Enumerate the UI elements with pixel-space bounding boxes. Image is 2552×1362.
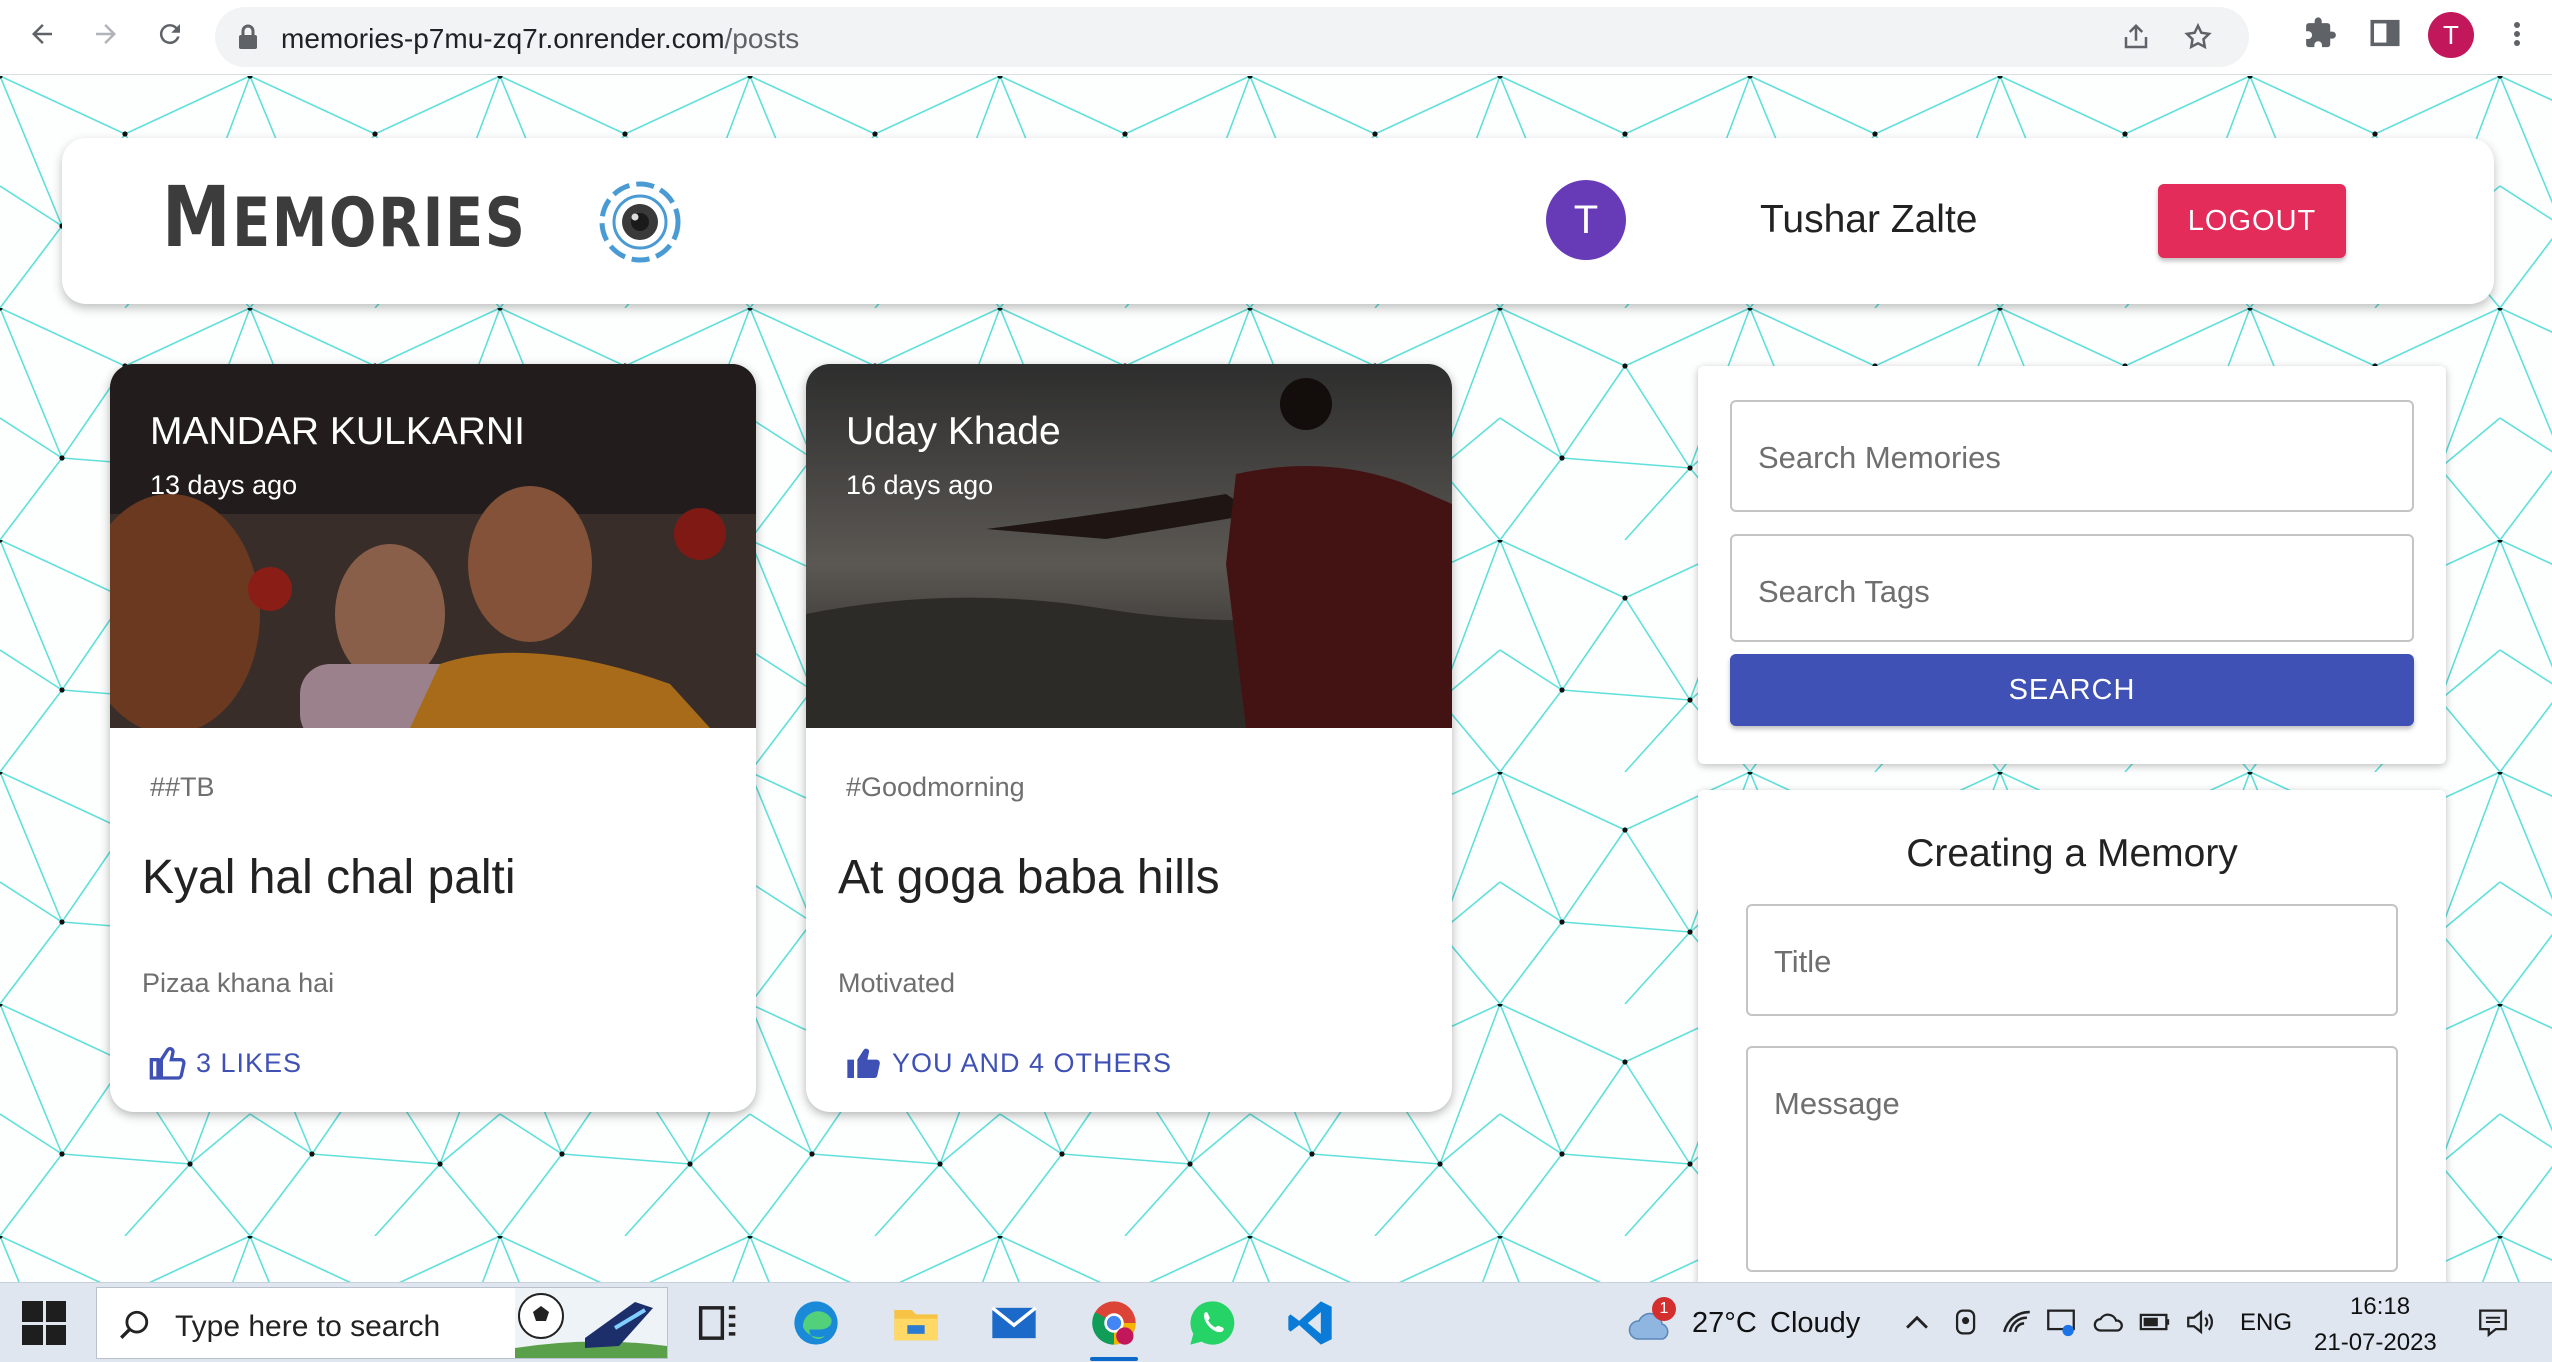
message-textarea[interactable]: Message	[1746, 1046, 2398, 1272]
search-memories-placeholder: Search Memories	[1758, 440, 2001, 475]
post-message: Pizaa khana hai	[142, 968, 335, 998]
search-tags-input[interactable]: Search Tags	[1730, 534, 2414, 642]
browser-toolbar: memories-p7mu-zq7r.onrender.com/posts T	[0, 0, 2552, 75]
vscode-icon[interactable]	[1280, 1293, 1340, 1353]
taskbar-search-placeholder: Type here to search	[175, 1310, 441, 1343]
arrow-right-icon	[96, 24, 116, 44]
browser-profile-avatar[interactable]: T	[2428, 12, 2474, 58]
like-count: YOU AND 4 OTHERS	[892, 1047, 1173, 1078]
thumb-up-filled-icon	[847, 1048, 880, 1079]
user-name: Tushar Zalte	[1760, 198, 1978, 241]
windows-start-icon[interactable]	[22, 1301, 66, 1345]
forward-button[interactable]	[86, 14, 126, 54]
search-panel: Search Memories Search Tags SEARCH	[1698, 366, 2446, 764]
post-card[interactable]: MANDAR KULKARNI 13 days ago ##TB Kyal ha…	[110, 364, 756, 1112]
onedrive-cloud-icon[interactable]	[2092, 1305, 2126, 1339]
post-title: Kyal hal chal palti	[142, 851, 516, 904]
weather-temperature: 27°C	[1692, 1307, 1757, 1339]
post-tags: ##TB	[150, 772, 215, 802]
form-heading: Creating a Memory	[1906, 832, 2238, 875]
search-highlight-football-icon[interactable]	[515, 1288, 667, 1358]
edge-browser-icon[interactable]	[786, 1293, 846, 1353]
like-button[interactable]: 3 LIKES	[148, 1040, 302, 1086]
reload-button[interactable]	[150, 14, 190, 54]
notification-center-icon[interactable]	[2476, 1305, 2510, 1339]
mail-icon[interactable]	[984, 1293, 1044, 1353]
post-tags: #Goodmorning	[846, 772, 1025, 802]
file-explorer-icon[interactable]	[886, 1293, 946, 1353]
user-avatar[interactable]: T	[1546, 180, 1626, 260]
create-memory-form: Creating a Memory Title Message	[1698, 790, 2446, 1282]
weather-condition: Cloudy	[1770, 1307, 1861, 1339]
display-project-icon[interactable]	[2044, 1305, 2078, 1339]
extensions-puzzle-icon[interactable]	[2304, 16, 2338, 50]
address-bar[interactable]: memories-p7mu-zq7r.onrender.com/posts	[215, 7, 2249, 67]
search-button[interactable]: SEARCH	[1730, 654, 2414, 726]
like-count: 3 LIKES	[196, 1047, 303, 1078]
wifi-icon[interactable]	[2000, 1305, 2034, 1339]
meet-now-icon[interactable]	[1950, 1305, 1984, 1339]
chrome-browser-icon[interactable]	[1084, 1293, 1144, 1361]
side-panel-icon[interactable]	[2368, 16, 2402, 50]
bookmark-star-icon[interactable]	[2183, 22, 2213, 52]
clock-date[interactable]: 21-07-2023	[2314, 1329, 2437, 1357]
address-url: memories-p7mu-zq7r.onrender.com/posts	[281, 23, 800, 54]
search-icon	[120, 1310, 149, 1339]
arrow-left-icon	[32, 24, 52, 44]
post-time: 16 days ago	[846, 470, 994, 500]
post-author: Uday Khade	[846, 410, 1061, 453]
task-view-icon[interactable]	[688, 1293, 748, 1353]
lock-icon	[239, 24, 257, 49]
browser-menu-icon[interactable]	[2502, 16, 2532, 52]
page-viewport: MEMORIES T Tushar Zalte LOGOUT MANDAR KU…	[0, 76, 2552, 1282]
post-time: 13 days ago	[150, 470, 298, 500]
taskbar-search-box[interactable]: Type here to search	[96, 1287, 668, 1359]
logout-button[interactable]: LOGOUT	[2158, 184, 2346, 258]
title-input[interactable]: Title	[1746, 904, 2398, 1016]
post-card[interactable]: Uday Khade 16 days ago #Goodmorning At g…	[806, 364, 1452, 1112]
clock-time[interactable]: 16:18	[2350, 1293, 2410, 1321]
back-button[interactable]	[22, 14, 62, 54]
windows-taskbar: Type here to search 1 27°C Cloudy ENG 16…	[0, 1282, 2552, 1362]
whatsapp-icon[interactable]	[1182, 1293, 1242, 1353]
thumb-up-outline-icon	[149, 1047, 186, 1080]
camera-lens-logo-icon	[599, 181, 681, 263]
weather-notification-badge: 1	[1652, 1297, 1676, 1321]
app-bar: MEMORIES T Tushar Zalte LOGOUT	[62, 138, 2494, 304]
post-message: Motivated	[838, 968, 956, 998]
battery-icon[interactable]	[2138, 1305, 2172, 1339]
message-placeholder: Message	[1774, 1086, 1900, 1121]
post-title: At goga baba hills	[838, 851, 1220, 904]
brand-title[interactable]: MEMORIES	[162, 168, 527, 266]
reload-icon	[159, 24, 180, 45]
chevron-up-icon[interactable]	[1900, 1305, 1934, 1339]
title-placeholder: Title	[1774, 944, 1832, 979]
volume-icon[interactable]	[2184, 1305, 2218, 1339]
post-author: MANDAR KULKARNI	[150, 410, 525, 453]
like-button[interactable]: YOU AND 4 OTHERS	[844, 1040, 1172, 1086]
share-icon[interactable]	[2121, 22, 2151, 52]
search-memories-input[interactable]: Search Memories	[1730, 400, 2414, 512]
search-tags-placeholder: Search Tags	[1758, 574, 1930, 609]
language-indicator[interactable]: ENG	[2240, 1309, 2292, 1337]
